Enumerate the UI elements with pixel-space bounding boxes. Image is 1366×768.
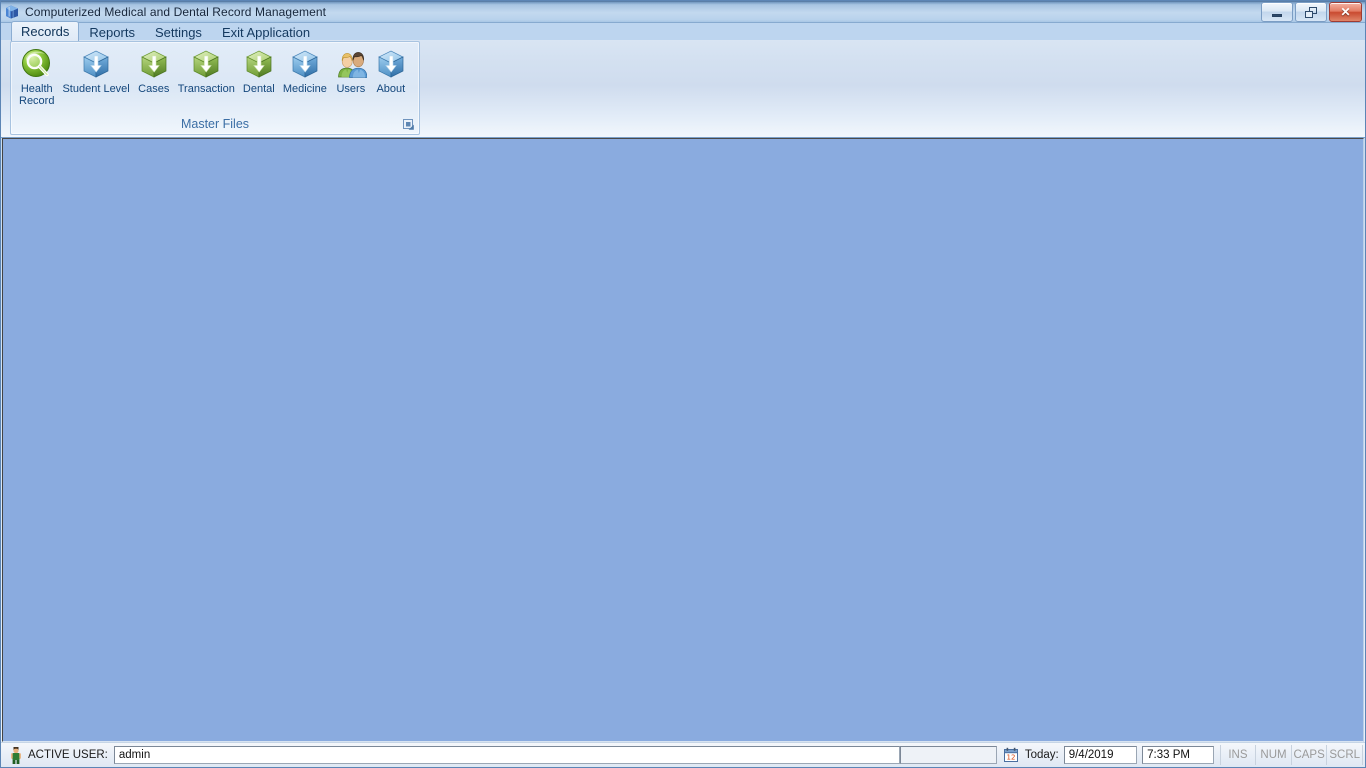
ribbon-group-master-files: Health Record	[10, 41, 420, 135]
ribbon-button-dental-label: Dental	[243, 83, 275, 95]
ribbon-button-cases-label: Cases	[138, 83, 169, 95]
title-bar: Computerized Medical and Dental Record M…	[1, 1, 1365, 23]
tab-settings-label: Settings	[155, 25, 202, 40]
tab-records[interactable]: Records	[11, 21, 79, 42]
close-icon: ✕	[1340, 6, 1350, 18]
ribbon-button-users[interactable]: Users	[331, 46, 371, 95]
ribbon-button-transaction[interactable]: Transaction	[174, 46, 239, 95]
window-controls: ✕	[1261, 2, 1362, 22]
active-user-field[interactable]: admin	[114, 746, 900, 764]
today-date-value: 9/4/2019	[1064, 746, 1137, 764]
mdi-client-area[interactable]	[2, 138, 1364, 742]
ribbon-group-title: Master Files	[11, 115, 419, 133]
close-button[interactable]: ✕	[1329, 2, 1362, 22]
ribbon-button-users-label: Users	[336, 83, 365, 95]
blue-box-down-arrow-icon	[289, 48, 321, 80]
ribbon-button-about[interactable]: About	[371, 46, 411, 95]
ribbon-button-health-record[interactable]: Health Record	[15, 46, 58, 107]
tab-records-label: Records	[21, 24, 69, 39]
person-icon	[8, 746, 24, 764]
tab-reports[interactable]: Reports	[79, 23, 145, 42]
green-box-down-arrow-icon	[190, 48, 222, 80]
indicator-caps: CAPS	[1291, 745, 1327, 765]
calendar-icon: 12	[1003, 747, 1019, 763]
restore-icon	[1305, 7, 1317, 18]
green-box-down-arrow-icon	[243, 48, 275, 80]
status-spacer-panel	[900, 746, 996, 764]
svg-text:12: 12	[1006, 754, 1015, 762]
blue-box-down-arrow-icon	[80, 48, 112, 80]
tab-exit-application[interactable]: Exit Application	[212, 23, 320, 42]
status-bar: ACTIVE USER: admin 12 Today: 9/4/2019 7:…	[1, 742, 1365, 767]
green-magnifier-icon	[21, 48, 53, 80]
tab-settings[interactable]: Settings	[145, 23, 212, 42]
indicator-ins: INS	[1220, 745, 1256, 765]
current-time-value: 7:33 PM	[1142, 746, 1214, 764]
restore-button[interactable]	[1295, 2, 1327, 22]
window-title: Computerized Medical and Dental Record M…	[25, 5, 326, 19]
two-users-icon	[335, 48, 367, 80]
ribbon-button-medicine[interactable]: Medicine	[279, 46, 331, 95]
ribbon-button-student-level[interactable]: Student Level	[58, 46, 133, 95]
active-user-label: ACTIVE USER:	[28, 749, 108, 761]
ribbon-button-student-level-label: Student Level	[62, 83, 129, 95]
green-box-down-arrow-icon	[138, 48, 170, 80]
ribbon: Records Reports Settings Exit Applicatio…	[1, 23, 1365, 138]
minimize-button[interactable]	[1261, 2, 1293, 22]
ribbon-button-health-record-label: Health Record	[19, 83, 54, 107]
ribbon-group-items: Health Record	[15, 46, 415, 110]
ribbon-button-transaction-label: Transaction	[178, 83, 235, 95]
application-window: Computerized Medical and Dental Record M…	[0, 0, 1366, 768]
tab-reports-label: Reports	[89, 25, 135, 40]
today-label: Today:	[1025, 749, 1059, 761]
blue-cube-icon	[4, 4, 20, 20]
dialog-launcher-icon[interactable]	[402, 118, 415, 131]
ribbon-tab-strip: Records Reports Settings Exit Applicatio…	[1, 23, 1365, 41]
ribbon-button-dental[interactable]: Dental	[239, 46, 279, 95]
ribbon-button-cases[interactable]: Cases	[134, 46, 174, 95]
minimize-icon	[1272, 14, 1282, 17]
tab-exit-application-label: Exit Application	[222, 25, 310, 40]
indicator-num: NUM	[1255, 745, 1291, 765]
indicator-scrl: SCRL	[1326, 745, 1363, 765]
ribbon-button-about-label: About	[376, 83, 405, 95]
blue-box-down-arrow-icon	[375, 48, 407, 80]
ribbon-button-medicine-label: Medicine	[283, 83, 327, 95]
